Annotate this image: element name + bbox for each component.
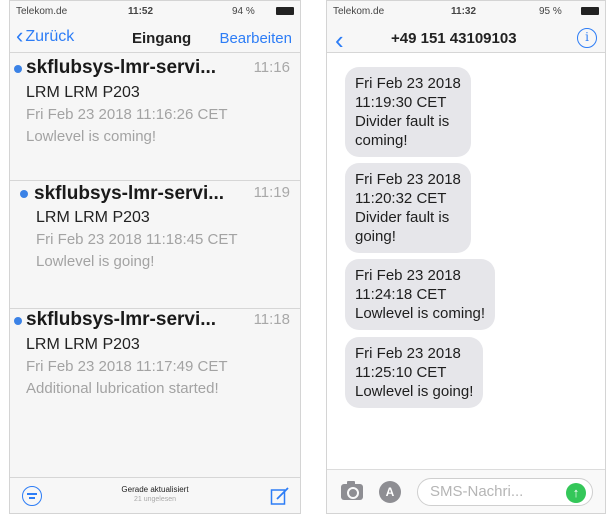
unread-dot-icon (14, 317, 22, 325)
message-line: Fri Feb 23 2018 (355, 171, 461, 188)
sms-input-placeholder: SMS-Nachri... (430, 483, 524, 500)
mail-preview-line: Fri Feb 23 2018 11:17:49 CET (26, 358, 228, 375)
message-line: Fri Feb 23 2018 (355, 267, 461, 284)
mail-item[interactable]: skflubsys-lmr-servi... 11:19 LRM LRM P20… (10, 181, 300, 309)
update-status: Gerade aktualisiert 21 ungelesen (10, 485, 300, 505)
status-bar: Telekom.de 11:52 94 % (10, 1, 300, 23)
message-thread[interactable]: Fri Feb 23 2018 11:19:30 CET Divider fau… (327, 53, 605, 469)
unread-count: 21 ungelesen (133, 496, 177, 503)
messages-nav-bar: ‹ +49 151 43109103 i (327, 23, 605, 56)
send-arrow-icon[interactable]: ↑ (566, 483, 586, 503)
message-line: coming! (355, 132, 408, 149)
mail-app-screen: Telekom.de 11:52 94 % ‹ Zurück Eingang B… (9, 0, 301, 514)
compose-icon[interactable] (270, 486, 290, 506)
camera-icon[interactable] (341, 481, 363, 500)
back-button[interactable]: ‹ Zurück (16, 23, 75, 48)
status-bar: Telekom.de 11:32 95 % (327, 1, 605, 23)
mail-subject: LRM LRM P203 (36, 209, 150, 226)
messages-app-screen: Telekom.de 11:32 95 % ‹ +49 151 43109103… (326, 0, 606, 514)
message-line: 11:19:30 CET (355, 94, 447, 111)
mail-list: skflubsys-lmr-servi... 11:16 LRM LRM P20… (10, 53, 300, 479)
message-bubble[interactable]: Fri Feb 23 2018 11:19:30 CET Divider fau… (345, 67, 471, 157)
mail-preview-line: Lowlevel is going! (36, 253, 155, 270)
mail-subject: LRM LRM P203 (26, 336, 140, 353)
message-line: Lowlevel is going! (355, 383, 474, 400)
mail-sender: skflubsys-lmr-servi... (34, 183, 225, 204)
mail-sender: skflubsys-lmr-servi... (26, 57, 217, 78)
message-input-bar: A SMS-Nachri... ↑ (327, 469, 605, 513)
message-line: going! (355, 228, 396, 245)
back-label: Zurück (25, 28, 75, 45)
contact-number[interactable]: +49 151 43109103 (391, 30, 517, 47)
edit-button[interactable]: Bearbeiten (219, 30, 292, 47)
carrier-name: Telekom.de (333, 6, 385, 17)
update-status-text: Gerade aktualisiert (121, 485, 189, 494)
mail-time: 11:19 (253, 184, 290, 201)
mail-time: 11:16 (253, 59, 290, 76)
mail-item[interactable]: skflubsys-lmr-servi... 11:18 LRM LRM P20… (10, 309, 300, 479)
battery-icon (581, 7, 599, 15)
mail-time: 11:18 (253, 311, 290, 328)
mail-preview-line: Lowlevel is coming! (26, 128, 157, 145)
mail-subject: LRM LRM P203 (26, 84, 140, 101)
chevron-left-icon: ‹ (16, 23, 24, 48)
message-line: Divider fault is (355, 209, 450, 226)
message-bubble[interactable]: Fri Feb 23 2018 11:24:18 CET Lowlevel is… (345, 259, 496, 330)
battery-percent: 94 % (232, 6, 255, 17)
mail-sender: skflubsys-lmr-servi... (26, 309, 217, 330)
carrier-name: Telekom.de (16, 6, 68, 17)
mail-preview-line: Additional lubrication started! (26, 380, 219, 397)
app-store-icon[interactable]: A (379, 481, 401, 503)
unread-dot-icon (20, 190, 28, 198)
mail-nav-bar: ‹ Zurück Eingang Bearbeiten (10, 23, 300, 53)
message-line: Divider fault is (355, 113, 450, 130)
message-bubble[interactable]: Fri Feb 23 2018 11:25:10 CET Lowlevel is… (345, 337, 484, 408)
sms-input[interactable]: SMS-Nachri... ↑ (417, 478, 593, 506)
message-line: Fri Feb 23 2018 (355, 345, 461, 362)
status-time: 11:52 (128, 6, 154, 17)
message-line: Lowlevel is coming! (355, 305, 486, 322)
status-time: 11:32 (451, 6, 477, 17)
message-line: 11:20:32 CET (355, 190, 447, 207)
battery-percent: 95 % (539, 6, 562, 17)
mail-preview-line: Fri Feb 23 2018 11:18:45 CET (36, 231, 238, 248)
battery-icon (276, 7, 294, 15)
mail-item[interactable]: skflubsys-lmr-servi... 11:16 LRM LRM P20… (10, 53, 300, 181)
message-line: 11:24:18 CET (355, 286, 447, 303)
mail-toolbar: Gerade aktualisiert 21 ungelesen (10, 477, 300, 513)
chevron-left-icon[interactable]: ‹ (335, 25, 344, 56)
unread-dot-icon (14, 65, 22, 73)
message-line: Fri Feb 23 2018 (355, 75, 461, 92)
mailbox-title: Eingang (132, 30, 192, 47)
info-icon[interactable]: i (577, 28, 597, 48)
mail-preview-line: Fri Feb 23 2018 11:16:26 CET (26, 106, 228, 123)
message-line: 11:25:10 CET (355, 364, 447, 381)
message-bubble[interactable]: Fri Feb 23 2018 11:20:32 CET Divider fau… (345, 163, 471, 253)
